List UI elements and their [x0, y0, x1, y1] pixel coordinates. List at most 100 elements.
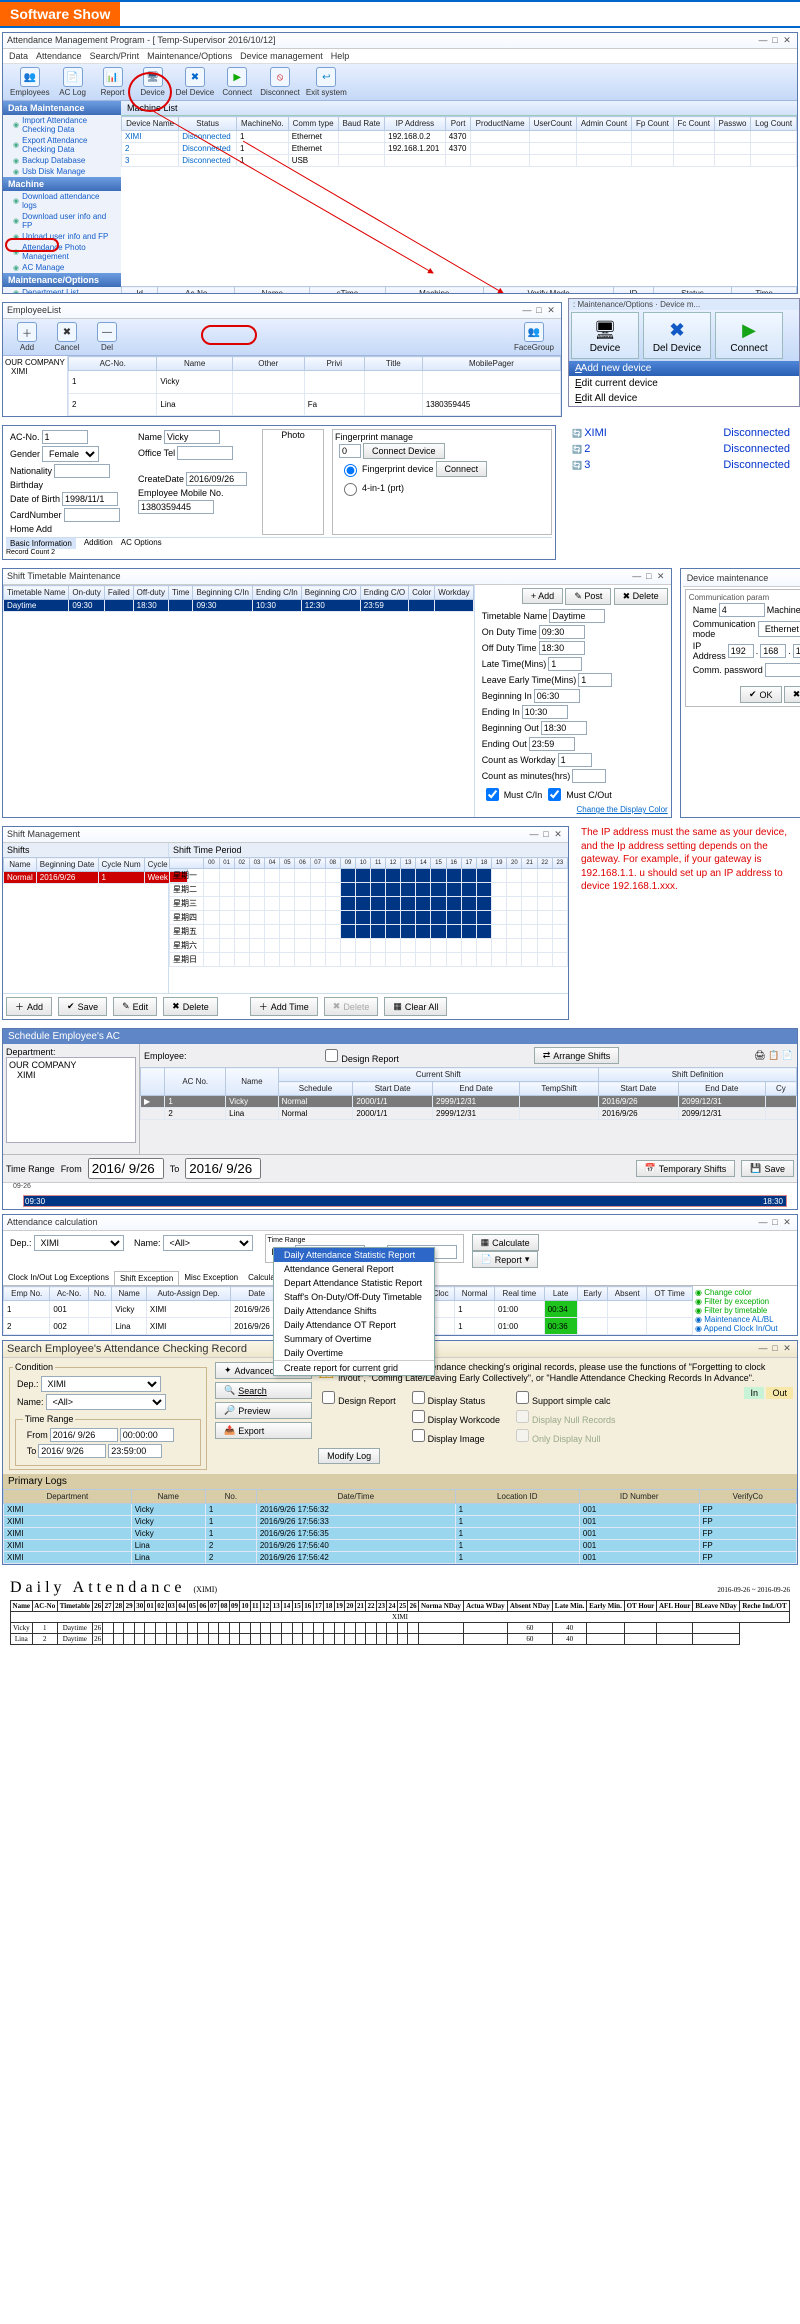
disp-workcode[interactable] [412, 1410, 425, 1423]
emp-del-btn[interactable]: —Del [90, 322, 124, 352]
dev-cancel-btn[interactable]: ✖ Cancel [784, 686, 800, 703]
pane-link[interactable]: Usb Disk Manage [3, 166, 121, 177]
tab-acopt[interactable]: AC Options [121, 538, 162, 549]
connect-device-btn[interactable]: Connect Device [363, 443, 445, 459]
pane-link[interactable]: Download user info and FP [3, 211, 121, 231]
pane-link[interactable]: Export Attendance Checking Data [3, 135, 121, 155]
ip3[interactable] [793, 644, 800, 658]
ip2[interactable] [760, 644, 786, 658]
pane-link[interactable]: Upload user info and FP [3, 231, 121, 242]
tt-add-btn[interactable]: + Add [522, 588, 563, 604]
facegroup-btn[interactable]: 👥FaceGroup [514, 322, 554, 352]
calc-btn[interactable]: ▦ Calculate [472, 1234, 539, 1251]
pane-link[interactable]: Department List [3, 287, 121, 294]
connect2-btn[interactable]: Connect [436, 461, 488, 477]
nat-input[interactable] [54, 464, 110, 478]
tt-leave[interactable] [578, 673, 612, 687]
exit-system-btn[interactable]: ↩Exit system [306, 67, 347, 97]
device-menu-edit[interactable]: Edit current device [569, 376, 799, 391]
close-icon[interactable]: ✕ [781, 35, 793, 46]
tt-late[interactable] [548, 657, 582, 671]
disp-status[interactable] [412, 1391, 425, 1404]
tab-cio[interactable]: Clock In/Out Log Exceptions [3, 1271, 114, 1285]
acno-input[interactable] [42, 430, 88, 444]
device-btn[interactable]: 🖥Device [136, 67, 170, 97]
tt-mo[interactable] [548, 788, 561, 801]
tt-post-btn[interactable]: ✎ Post [565, 588, 611, 605]
temp-shifts-btn[interactable]: 📅 Temporary Shifts [636, 1160, 736, 1177]
modify-log-btn[interactable]: Modify Log [318, 1448, 380, 1464]
change-color-link[interactable]: Change the Display Color [577, 805, 668, 814]
machine-list-tab[interactable]: Machine List [121, 101, 797, 116]
tt-caw[interactable] [558, 753, 592, 767]
menubar[interactable]: DataAttendanceSearch/PrintMaintenance/Op… [3, 49, 797, 64]
side-f1[interactable]: Filter by exception [704, 1297, 769, 1306]
side-append[interactable]: Append Clock In/Out [704, 1324, 778, 1333]
dev-ok-btn[interactable]: ✔ OK [740, 686, 782, 703]
fp-radio[interactable] [344, 464, 357, 477]
disconnect-btn[interactable]: ⦸Disconnect [260, 67, 300, 97]
ot-input[interactable] [177, 446, 233, 460]
srch-d1[interactable] [50, 1428, 118, 1442]
tab-shiftex[interactable]: Shift Exception [114, 1271, 179, 1285]
side-maint[interactable]: Maintenance AL/BL [704, 1315, 773, 1324]
tt-del-btn[interactable]: ✖ Delete [614, 588, 668, 605]
tt-off[interactable] [539, 641, 585, 655]
tt-mc[interactable] [486, 788, 499, 801]
srch-t2[interactable] [108, 1444, 162, 1458]
mobile-input[interactable] [138, 500, 214, 514]
pane-link[interactable]: AC Manage [3, 262, 121, 273]
connect-btn-big[interactable]: ▶Connect [715, 312, 783, 359]
pane-link[interactable]: Attendance Photo Management [3, 242, 121, 262]
tt-name[interactable] [549, 609, 605, 623]
min-icon[interactable]: — [757, 35, 769, 45]
preview-btn[interactable]: 🔎 Preview [215, 1402, 312, 1419]
commpwd-input[interactable] [765, 663, 800, 677]
tab-addition[interactable]: Addition [84, 538, 113, 549]
design-chk[interactable] [322, 1391, 335, 1404]
sched-from[interactable] [88, 1158, 164, 1179]
employees-btn[interactable]: 👥Employees [10, 67, 50, 97]
tt-bo[interactable] [541, 721, 587, 735]
sm-clear[interactable]: ▦ Clear All [384, 997, 447, 1016]
fp-radio2[interactable] [344, 483, 357, 496]
connect-btn[interactable]: ▶Connect [220, 67, 254, 97]
calc-dep[interactable]: XIMI [34, 1235, 124, 1251]
export-btn[interactable]: 📤 Export [215, 1422, 312, 1439]
card-input[interactable] [64, 508, 120, 522]
emp-add-btn[interactable]: ＋Add [10, 322, 44, 352]
side-f2[interactable]: Filter by timetable [704, 1306, 767, 1315]
simple-calc[interactable] [516, 1391, 529, 1404]
device-menu-editall[interactable]: Edit All device [569, 391, 799, 406]
tt-car[interactable] [572, 769, 606, 783]
pane-link[interactable]: Backup Database [3, 155, 121, 166]
srch-name[interactable]: <All> [46, 1394, 166, 1410]
max-icon[interactable]: □ [769, 35, 781, 45]
emp-cancel-btn[interactable]: ✖Cancel [50, 322, 84, 352]
sched-to[interactable] [185, 1158, 261, 1179]
pane-link[interactable]: Download attendance logs [3, 191, 121, 211]
dob-input[interactable] [62, 492, 118, 506]
sm-edit[interactable]: ✎ Edit [113, 997, 157, 1016]
sm-add[interactable]: ＋ Add [6, 997, 52, 1016]
disp-image[interactable] [412, 1429, 425, 1442]
design-report-chk[interactable] [325, 1049, 338, 1062]
calc-name[interactable]: <All> [163, 1235, 253, 1251]
sm-addtime[interactable]: ＋ Add Time [250, 997, 318, 1016]
arrange-shifts-btn[interactable]: ⇄ Arrange Shifts [534, 1047, 620, 1064]
sm-del[interactable]: ✖ Delete [163, 997, 218, 1016]
search-btn[interactable]: 🔍 Search [215, 1382, 312, 1399]
srch-dep[interactable]: XIMI [41, 1376, 161, 1392]
report-menu[interactable]: Daily Attendance Statistic Report Attend… [273, 1247, 435, 1376]
srch-d2[interactable] [38, 1444, 106, 1458]
empname-input[interactable] [164, 430, 220, 444]
report-btn[interactable]: 📄 Report ▾ [472, 1251, 539, 1268]
sm-save[interactable]: ✔ Save [58, 997, 107, 1016]
device-menu-sel[interactable]: AAdd new device [569, 361, 799, 376]
tt-on[interactable] [539, 625, 585, 639]
ip1[interactable] [728, 644, 754, 658]
del-device-btn-big[interactable]: ✖Del Device [643, 312, 711, 359]
tab-miscex[interactable]: Misc Exception [179, 1271, 243, 1285]
sched-dept-tree[interactable]: OUR COMPANYXIMI [6, 1057, 136, 1143]
devname-input[interactable] [719, 603, 765, 617]
